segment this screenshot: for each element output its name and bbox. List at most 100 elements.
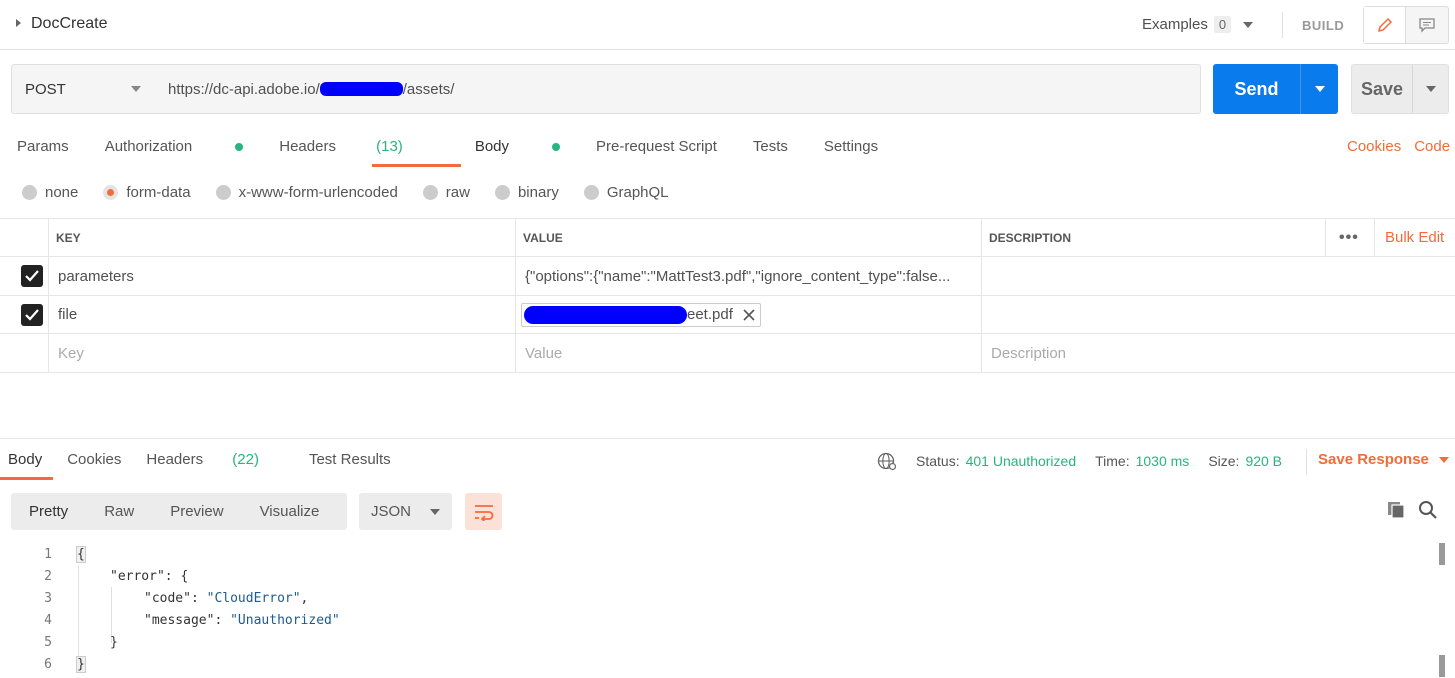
row-checkbox[interactable] [21, 303, 43, 326]
response-tab-cookies[interactable]: Cookies [67, 451, 121, 468]
copy-icon[interactable] [1386, 500, 1406, 523]
request-links: Cookies Code [1347, 138, 1450, 155]
chevron-down-icon [1438, 456, 1449, 463]
response-tabs: Body Cookies Headers (22) Test Results [8, 451, 416, 468]
json-key: "code" [144, 590, 191, 606]
size-value: 920 B [1245, 453, 1283, 469]
globe-icon[interactable] [877, 451, 897, 471]
edit-mode-button[interactable] [1364, 7, 1406, 43]
scrollbar-thumb[interactable] [1439, 655, 1445, 677]
format-select[interactable]: JSON [359, 493, 452, 530]
wrap-icon [474, 504, 493, 521]
view-raw[interactable]: Raw [86, 503, 152, 520]
headers-count: (13) [376, 138, 403, 155]
redaction-mark [524, 305, 687, 324]
radio-form-data[interactable]: form-data [103, 184, 191, 201]
chevron-down-icon [131, 86, 141, 92]
request-name-label: DocCreate [31, 15, 108, 32]
method-select[interactable]: POST [11, 64, 155, 114]
radio-binary[interactable]: binary [494, 184, 559, 201]
mode-switch [1363, 6, 1449, 44]
view-pretty[interactable]: Pretty [11, 503, 87, 520]
row-checkbox[interactable] [21, 265, 43, 287]
more-options-icon[interactable]: ••• [1325, 219, 1359, 256]
radio-circle [215, 185, 231, 200]
radio-raw[interactable]: raw [422, 184, 470, 201]
tab-body[interactable]: Body [474, 138, 561, 155]
header-description: DESCRIPTION ••• Bulk Edit [981, 219, 1455, 256]
line-number: 4 [44, 612, 52, 628]
code-text: } [76, 655, 86, 673]
code-text: } [110, 634, 118, 650]
header-value: VALUE [515, 219, 981, 256]
save-response-button[interactable]: Save Response [1318, 451, 1449, 468]
tab-pre-request-script[interactable]: Pre-request Script [596, 138, 717, 155]
tab-body-label: Body [474, 138, 510, 155]
radio-label: form-data [126, 184, 191, 201]
json-punct: : { [164, 568, 189, 584]
copy-icon-svg [1388, 502, 1405, 519]
comments-button[interactable] [1406, 7, 1448, 43]
response-divider [0, 438, 1455, 439]
key-input[interactable]: Key [48, 334, 515, 372]
bulk-edit-link[interactable]: Bulk Edit [1374, 219, 1444, 256]
json-string: "Unauthorized" [230, 612, 340, 628]
close-icon[interactable] [743, 308, 755, 321]
wrap-lines-button[interactable] [465, 493, 502, 530]
radio-circle-selected [103, 185, 119, 200]
status-label: Status: [916, 453, 960, 469]
code-link[interactable]: Code [1414, 138, 1450, 155]
send-button[interactable]: Send [1213, 79, 1300, 100]
code-text: "message": "Unauthorized" [144, 612, 340, 628]
tab-params[interactable]: Params [17, 138, 69, 155]
save-button[interactable]: Save [1352, 79, 1412, 100]
radio-circle [22, 185, 37, 200]
cookies-link[interactable]: Cookies [1347, 138, 1401, 155]
key-cell[interactable]: parameters [48, 257, 515, 295]
value-cell[interactable]: {"options":{"name":"MattTest3.pdf","igno… [515, 257, 981, 295]
examples-dropdown[interactable]: Examples 0 [1142, 16, 1254, 33]
request-name[interactable]: DocCreate [16, 15, 107, 33]
status-dot [235, 142, 244, 151]
checkmark-icon [25, 270, 39, 282]
code-text: { [76, 545, 86, 563]
size-label: Size: [1208, 453, 1240, 469]
response-tab-headers[interactable]: Headers (22) [146, 451, 284, 468]
scrollbar-thumb[interactable] [1439, 543, 1445, 565]
value-cell[interactable]: eet.pdf [515, 296, 981, 333]
value-input[interactable]: Value [515, 334, 981, 372]
key-cell[interactable]: file [48, 296, 515, 333]
indent-guide [78, 565, 79, 665]
header-checkbox-cell [0, 219, 48, 256]
format-value: JSON [371, 503, 412, 520]
table-row-placeholder: Key Value Description [0, 334, 1455, 373]
tab-settings[interactable]: Settings [824, 138, 878, 155]
expand-triangle-icon[interactable] [16, 18, 21, 27]
time-value: 1030 ms [1135, 453, 1190, 469]
build-button[interactable]: BUILD [1302, 18, 1344, 33]
send-options-button[interactable] [1300, 64, 1338, 114]
url-input[interactable]: https://dc-api.adobe.io/ /assets/ [154, 64, 1201, 114]
response-tab-test-results[interactable]: Test Results [309, 451, 391, 468]
tab-authorization[interactable]: Authorization [105, 138, 244, 155]
tab-headers[interactable]: Headers (13) [279, 138, 439, 155]
radio-graphql[interactable]: GraphQL [583, 184, 669, 201]
response-tab-body[interactable]: Body [8, 451, 42, 468]
search-icon[interactable] [1418, 500, 1438, 523]
radio-urlencoded[interactable]: x-www-form-urlencoded [215, 184, 398, 201]
time-label: Time: [1095, 453, 1130, 469]
view-visualize[interactable]: Visualize [242, 503, 338, 520]
status-dot [552, 142, 561, 151]
radio-none[interactable]: none [22, 184, 78, 201]
description-input[interactable]: Description [981, 334, 1455, 372]
description-cell[interactable] [981, 257, 1455, 295]
description-cell[interactable] [981, 296, 1455, 333]
code-text: "code": "CloudError", [144, 590, 309, 606]
save-options-button[interactable] [1412, 65, 1448, 113]
chevron-down-icon [430, 508, 440, 515]
view-preview[interactable]: Preview [152, 503, 241, 520]
json-key: "message" [144, 612, 215, 628]
tab-tests[interactable]: Tests [753, 138, 788, 155]
search-icon-svg [1419, 501, 1437, 519]
chevron-down-icon [1425, 86, 1436, 92]
